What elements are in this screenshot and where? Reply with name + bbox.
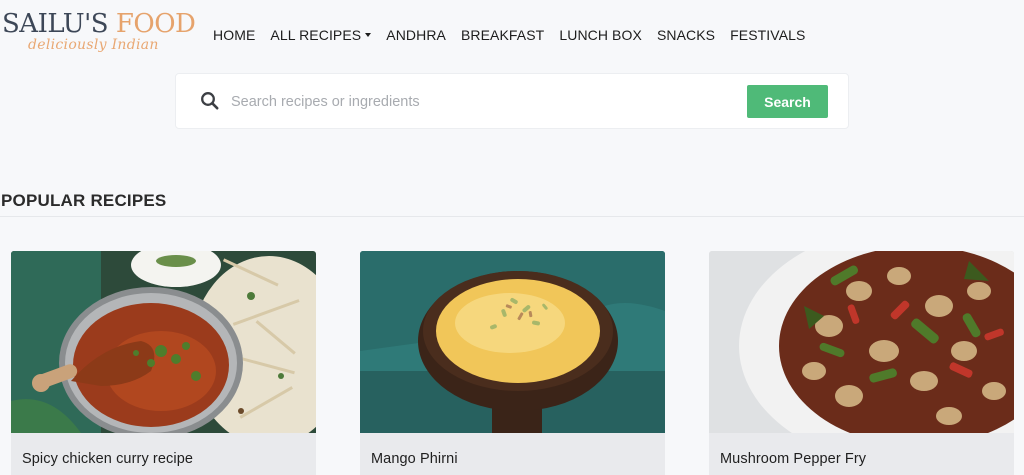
nav-item-andhra[interactable]: ANDHRA: [386, 27, 446, 43]
logo-tagline: deliciously Indian: [28, 37, 159, 53]
nav-item-lunch-box[interactable]: LUNCH BOX: [559, 27, 642, 43]
card-footer: Mango Phirni: [360, 433, 665, 475]
caret-down-icon: [365, 33, 372, 37]
nav-item-label: ANDHRA: [386, 27, 446, 43]
logo-name-part-a: SAILU'S: [2, 9, 109, 39]
search-button[interactable]: Search: [747, 85, 828, 118]
recipe-card[interactable]: Mango Phirni: [360, 251, 665, 475]
nav-item-snacks[interactable]: SNACKS: [657, 27, 715, 43]
card-footer: Spicy chicken curry recipe: [11, 433, 316, 475]
site-logo[interactable]: SAILU'S FOOD deliciously Indian: [2, 8, 196, 63]
search-bar: Search: [175, 73, 849, 129]
section-divider: [0, 216, 1024, 217]
mushroom-pepper-fry-photo[interactable]: [709, 251, 1014, 433]
nav-item-label: FESTIVALS: [730, 27, 806, 43]
recipe-card[interactable]: Mushroom Pepper Fry: [709, 251, 1014, 475]
mango-phirni-photo[interactable]: [360, 251, 665, 433]
card-title[interactable]: Mushroom Pepper Fry: [720, 451, 866, 467]
chicken-curry-photo[interactable]: [11, 251, 316, 433]
logo-wordmark: SAILU'S FOOD: [2, 8, 196, 40]
nav-item-home[interactable]: HOME: [213, 27, 255, 43]
nav-item-label: HOME: [213, 27, 256, 43]
nav-item-label: BREAKFAST: [460, 27, 545, 43]
card-footer: Mushroom Pepper Fry: [709, 433, 1014, 475]
nav-item-all-recipes[interactable]: ALL RECIPES: [270, 27, 372, 43]
site-header: SAILU'S FOOD deliciously Indian HOME ALL…: [0, 0, 1024, 70]
main-nav: HOME ALL RECIPES ANDHRA BREAKFAST LUNCH …: [213, 24, 820, 46]
search-input[interactable]: [231, 87, 731, 117]
search-icon: [200, 91, 220, 111]
nav-item-breakfast[interactable]: BREAKFAST: [461, 27, 544, 43]
nav-item-label: SNACKS: [656, 27, 716, 43]
nav-item-festivals[interactable]: FESTIVALS: [730, 27, 805, 43]
section-title: POPULAR RECIPES: [1, 191, 167, 210]
nav-item-label: ALL RECIPES: [270, 27, 362, 43]
card-title[interactable]: Mango Phirni: [371, 451, 458, 467]
card-title[interactable]: Spicy chicken curry recipe: [22, 451, 193, 467]
logo-name-part-b: FOOD: [115, 9, 196, 39]
recipe-card[interactable]: Spicy chicken curry recipe: [11, 251, 316, 475]
nav-item-label: LUNCH BOX: [559, 27, 642, 43]
